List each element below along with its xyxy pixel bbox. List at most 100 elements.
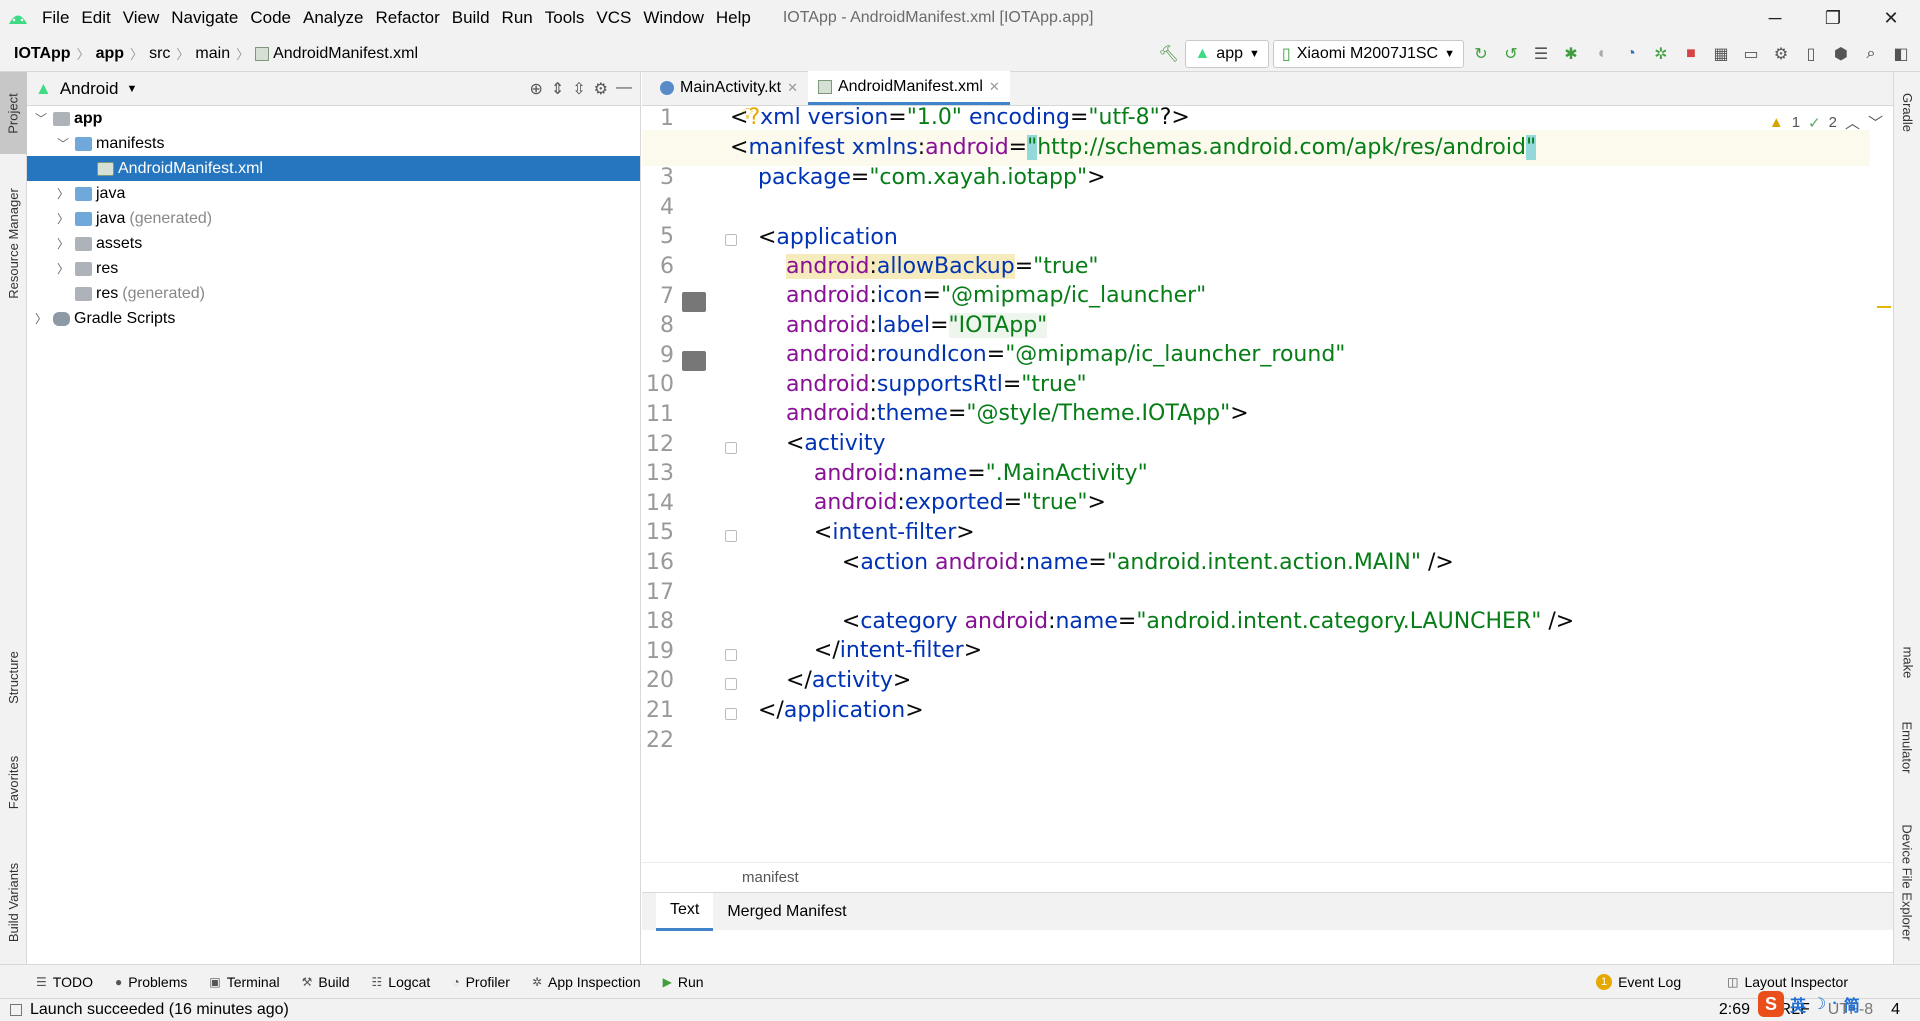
project-view-select[interactable]: Android (60, 79, 119, 99)
tree-item-gradle-scripts[interactable]: 〉 Gradle Scripts (27, 306, 640, 331)
build-tool-button[interactable]: ⚒ Build (302, 974, 350, 990)
collapse-all-icon[interactable]: ⇳ (572, 79, 585, 99)
menu-file[interactable]: File (36, 8, 75, 28)
menu-vcs[interactable]: VCS (590, 8, 637, 28)
profile-icon[interactable]: ◔ (1618, 40, 1644, 68)
apply-code-changes-icon[interactable]: ☰ (1528, 40, 1554, 68)
chevron-right-icon[interactable]: 〉 (55, 235, 71, 252)
problems-tool-button[interactable]: ● Problems (115, 974, 187, 990)
image-preview-icon[interactable] (682, 350, 706, 371)
todo-tool-button[interactable]: ☰ TODO (36, 974, 93, 990)
make-project-hammer-icon[interactable]: 🔨︎ (1155, 40, 1181, 68)
code-editor[interactable]: 12345678910111213141516171819202122 <?xm… (642, 106, 1893, 862)
chevron-down-icon[interactable]: ▼ (126, 83, 137, 95)
terminal-tool-button[interactable]: ▣ Terminal (209, 974, 279, 990)
menu-run[interactable]: Run (496, 8, 539, 28)
breadcrumb-main[interactable]: main (195, 45, 230, 63)
tree-item-androidmanifest-xml[interactable]: AndroidManifest.xml (27, 156, 640, 181)
tab-androidmanifest[interactable]: AndroidManifest.xml ✕ (807, 71, 1010, 105)
structure-tool-tab[interactable]: Structure (0, 632, 27, 722)
tab-text[interactable]: Text (656, 892, 714, 931)
apply-changes-icon[interactable]: ↺ (1498, 40, 1524, 68)
tree-item-res[interactable]: 〉 res (27, 256, 640, 281)
code-lines[interactable]: <?xml version="1.0" encoding="utf-8"?> <… (642, 106, 1870, 862)
ime-language[interactable]: 英 (1790, 992, 1806, 1016)
inspection-widget[interactable]: ▲ 1 ✓ 2 ︿ ﹀ (1769, 112, 1883, 133)
sync-gradle-icon[interactable]: ⬢ (1828, 40, 1854, 68)
attach-debugger-icon[interactable]: ◖ (1588, 40, 1614, 68)
favorites-tool-tab[interactable]: Favorites (0, 732, 27, 832)
chevron-right-icon[interactable]: 〉 (33, 310, 49, 327)
menu-build[interactable]: Build (446, 8, 496, 28)
gradle-tool-tab[interactable]: Gradle (1894, 72, 1920, 152)
run-configuration-select[interactable]: ▲ app ▼ (1185, 39, 1269, 68)
caret-position[interactable]: 2:69 (1719, 1001, 1750, 1019)
logcat-tool-button[interactable]: ☷ Logcat (372, 974, 431, 990)
device-manager-icon[interactable]: ▯ (1798, 40, 1824, 68)
ime-punct[interactable]: · (1832, 995, 1837, 1013)
previous-highlight-icon[interactable]: ︿ (1845, 112, 1860, 133)
chevron-right-icon[interactable]: 〉 (55, 210, 71, 227)
build-variants-tool-tab[interactable]: Build Variants (0, 842, 27, 962)
make-tool-tab[interactable]: make (1894, 632, 1920, 692)
menu-navigate[interactable]: Navigate (165, 8, 244, 28)
tree-item-assets[interactable]: 〉 assets (27, 231, 640, 256)
restore-button[interactable]: ❐ (1804, 0, 1862, 36)
menu-refactor[interactable]: Refactor (369, 8, 445, 28)
search-icon[interactable]: ⌕ (1858, 40, 1884, 68)
app-inspection-tool-button[interactable]: ✲ App Inspection (532, 974, 641, 990)
tree-item-res-generated[interactable]: res (generated) (27, 281, 640, 306)
stop-icon[interactable]: ■ (1678, 40, 1704, 68)
tree-item-java[interactable]: 〉 java (27, 181, 640, 206)
next-highlight-icon[interactable]: ﹀ (1868, 112, 1883, 133)
close-tab-icon[interactable]: ✕ (989, 79, 1000, 95)
event-log-tool-button[interactable]: 1 Event Log (1596, 973, 1681, 990)
menu-edit[interactable]: Edit (75, 8, 116, 28)
device-select[interactable]: ▯ Xiaomi M2007J1SC ▼ (1272, 39, 1464, 68)
gear-icon[interactable]: ⚙ (594, 79, 608, 99)
ime-moon-icon[interactable]: ☽ (1812, 994, 1826, 1014)
breadcrumb-module[interactable]: app (96, 45, 124, 63)
layout-inspector-tool-button[interactable]: ◫ Layout Inspector (1727, 974, 1848, 990)
chevron-down-icon[interactable]: ﹀ (55, 135, 71, 152)
debug-icon[interactable]: ✱ (1558, 40, 1584, 68)
ime-mode[interactable]: 简 (1844, 992, 1860, 1016)
tree-item-manifests[interactable]: ﹀ manifests (27, 131, 640, 156)
chevron-down-icon[interactable]: ﹀ (33, 110, 49, 127)
attach-process-icon[interactable]: ✲ (1648, 40, 1674, 68)
menu-analyze[interactable]: Analyze (297, 8, 369, 28)
indent-size[interactable]: 4 (1891, 1001, 1900, 1019)
chevron-right-icon[interactable]: 〉 (55, 260, 71, 277)
avd-manager-icon[interactable]: ▭ (1738, 40, 1764, 68)
menu-view[interactable]: View (117, 8, 166, 28)
project-structure-icon[interactable]: ▦ (1708, 40, 1734, 68)
minimize-button[interactable]: ─ (1746, 0, 1804, 36)
tree-item-java-generated[interactable]: 〉 java (generated) (27, 206, 640, 231)
tab-merged-manifest[interactable]: Merged Manifest (713, 893, 860, 931)
tab-mainactivity[interactable]: MainActivity.kt ✕ (650, 71, 808, 105)
scrollbar-warning-marker[interactable] (1877, 306, 1891, 308)
intention-bulb-icon[interactable]: 💡︎ (742, 106, 753, 124)
tool-windows-toggle-icon[interactable] (10, 1004, 22, 1016)
device-file-explorer-tool-tab[interactable]: Device File Explorer (1894, 802, 1920, 962)
rerun-icon[interactable]: ↻ (1468, 40, 1494, 68)
close-tab-icon[interactable]: ✕ (787, 80, 798, 96)
ime-toolbar[interactable]: S 英 ☽ · 简 (1758, 990, 1860, 1018)
hide-panel-icon[interactable]: — (616, 79, 632, 99)
close-window-button[interactable]: ✕ (1862, 0, 1920, 36)
chevron-right-icon[interactable]: 〉 (55, 185, 71, 202)
menu-help[interactable]: Help (710, 8, 757, 28)
expand-all-icon[interactable]: ⇕ (551, 79, 564, 99)
menu-window[interactable]: Window (637, 8, 709, 28)
run-tool-button[interactable]: ▶ Run (663, 974, 704, 990)
breadcrumb-project[interactable]: IOTApp (14, 45, 71, 63)
menu-code[interactable]: Code (244, 8, 297, 28)
menu-tools[interactable]: Tools (539, 8, 591, 28)
breadcrumb-file[interactable]: AndroidManifest.xml (273, 45, 418, 63)
emulator-tool-tab[interactable]: Emulator (1894, 702, 1920, 792)
image-preview-icon[interactable] (682, 291, 706, 312)
profiler-tool-button[interactable]: ◔ Profiler (452, 974, 510, 990)
account-icon[interactable]: ◧ (1888, 40, 1914, 68)
xml-breadcrumb-item[interactable]: manifest (742, 869, 799, 886)
sdk-manager-icon[interactable]: ⚙ (1768, 40, 1794, 68)
